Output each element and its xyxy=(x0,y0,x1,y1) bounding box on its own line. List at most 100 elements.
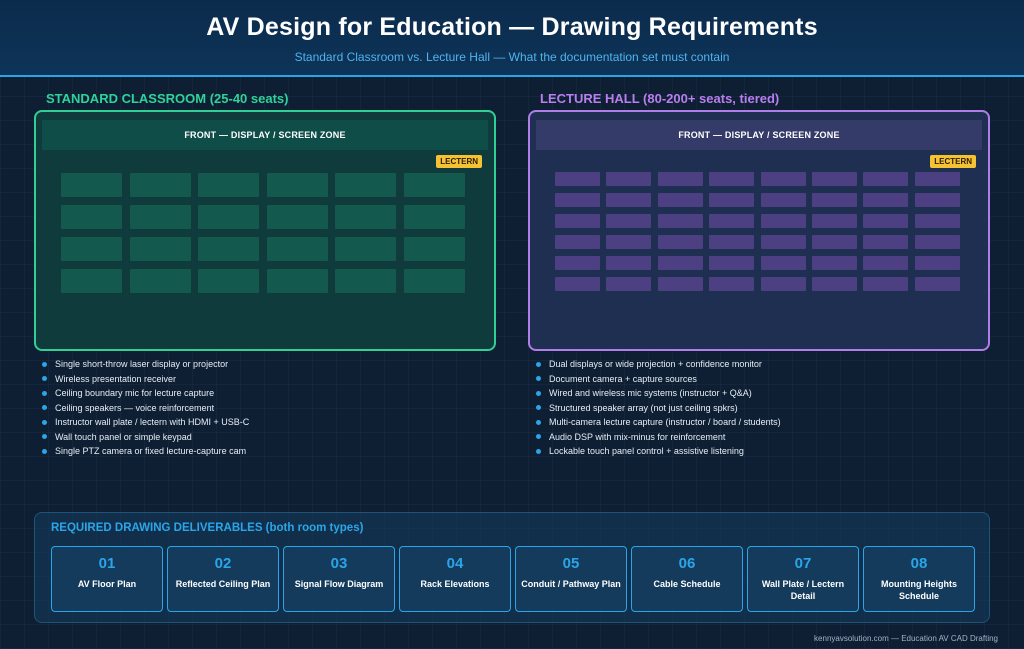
deliverable-label: Rack Elevations xyxy=(420,579,490,589)
classroom-seat xyxy=(335,173,397,197)
lecture-hall-feature-list: Dual displays or wide projection + confi… xyxy=(536,357,781,459)
classroom-seat xyxy=(403,269,465,293)
classroom-seat xyxy=(129,173,191,197)
lecture-hall-seat xyxy=(914,277,960,291)
lecture-hall-feature: Document camera + capture sources xyxy=(536,372,781,387)
lecture-hall-floor-plan: FRONT — DISPLAY / SCREEN ZONE LECTERN xyxy=(528,110,990,351)
deliverable-card: 04 Rack Elevations xyxy=(399,546,511,612)
lecture-hall-seat xyxy=(914,172,960,186)
classroom-lectern: LECTERN xyxy=(436,155,482,168)
deliverable-card: 01 AV Floor Plan xyxy=(51,546,163,612)
page-title: AV Design for Education — Drawing Requir… xyxy=(206,13,818,41)
deliverable-number: 03 xyxy=(330,555,348,572)
deliverable-card: 07 Wall Plate / Lectern Detail xyxy=(747,546,859,612)
classroom-seat xyxy=(403,237,465,261)
lecture-hall-seat xyxy=(606,172,652,186)
classroom-seat xyxy=(129,205,191,229)
classroom-seat xyxy=(61,205,122,229)
deliverable-number: 08 xyxy=(910,555,928,572)
lecture-hall-seat xyxy=(555,214,600,228)
lecture-hall-seat xyxy=(811,277,857,291)
lecture-hall-seat xyxy=(709,235,755,249)
classroom-floor-plan: FRONT — DISPLAY / SCREEN ZONE LECTERN xyxy=(34,110,496,351)
lecture-hall-seat xyxy=(760,256,806,270)
lecture-hall-seat xyxy=(657,256,703,270)
lecture-hall-seat xyxy=(811,256,857,270)
lecture-hall-feature: Audio DSP with mix-minus for reinforceme… xyxy=(536,430,781,445)
lecture-hall-seat xyxy=(555,235,600,249)
page-subtitle: Standard Classroom vs. Lecture Hall — Wh… xyxy=(294,50,730,64)
lecture-hall-seat xyxy=(555,193,600,207)
lecture-hall-seat xyxy=(914,256,960,270)
lecture-hall-seat xyxy=(606,277,652,291)
deliverable-number: 02 xyxy=(214,555,232,572)
deliverable-card: 03 Signal Flow Diagram xyxy=(283,546,395,612)
lecture-hall-seat xyxy=(863,256,909,270)
lecture-hall-seat xyxy=(760,193,806,207)
lecture-hall-seat xyxy=(606,256,652,270)
lecture-hall-seat xyxy=(709,256,755,270)
lecture-hall-seat xyxy=(914,214,960,228)
deliverables-panel: REQUIRED DRAWING DELIVERABLES (both room… xyxy=(34,512,990,623)
classroom-seat xyxy=(198,205,260,229)
classroom-seat xyxy=(61,237,122,261)
deliverable-label: Signal Flow Diagram xyxy=(294,579,384,589)
classroom-feature: Wireless presentation receiver xyxy=(42,372,249,387)
deliverable-number: 06 xyxy=(678,555,696,572)
lecture-hall-feature: Structured speaker array (not just ceili… xyxy=(536,401,781,416)
deliverable-label: Mounting Heights Schedule xyxy=(881,579,957,601)
classroom-feature: Ceiling boundary mic for lecture capture xyxy=(42,386,249,401)
lecture-hall-seat xyxy=(657,235,703,249)
lecture-hall-seat xyxy=(657,277,703,291)
lecture-hall-seat xyxy=(760,172,806,186)
lecture-hall-seat xyxy=(555,277,600,291)
deliverable-label: Conduit / Pathway Plan xyxy=(521,579,621,589)
deliverable-label: Reflected Ceiling Plan xyxy=(175,579,271,589)
classroom-seat xyxy=(335,205,397,229)
lecture-hall-seat xyxy=(657,172,703,186)
classroom-seat xyxy=(403,173,465,197)
classroom-seat xyxy=(198,237,260,261)
deliverable-card: 08 Mounting Heights Schedule xyxy=(863,546,975,612)
classroom-seat xyxy=(61,269,122,293)
lecture-hall-feature: Dual displays or wide projection + confi… xyxy=(536,357,781,372)
lecture-hall-seat xyxy=(709,193,755,207)
classroom-seat xyxy=(266,269,328,293)
lecture-hall-seat xyxy=(863,214,909,228)
deliverable-number: 07 xyxy=(794,555,812,572)
classroom-feature: Instructor wall plate / lectern with HDM… xyxy=(42,415,249,430)
classroom-feature-list: Single short-throw laser display or proj… xyxy=(42,357,249,459)
classroom-seating xyxy=(61,173,465,293)
classroom-seat xyxy=(129,269,191,293)
lecture-hall-seat xyxy=(555,172,600,186)
deliverable-label: AV Floor Plan xyxy=(77,579,137,589)
lecture-hall-feature: Lockable touch panel control + assistive… xyxy=(536,444,781,459)
lecture-hall-seat xyxy=(811,193,857,207)
lecture-hall-seat xyxy=(555,256,600,270)
classroom-seat xyxy=(335,237,397,261)
lecture-hall-seat xyxy=(914,235,960,249)
deliverables-title: REQUIRED DRAWING DELIVERABLES (both room… xyxy=(51,522,364,534)
lecture-hall-seat xyxy=(811,214,857,228)
deliverable-card: 06 Cable Schedule xyxy=(631,546,743,612)
classroom-feature: Single PTZ camera or fixed lecture-captu… xyxy=(42,444,249,459)
lecture-hall-seat xyxy=(606,214,652,228)
lecture-hall-seat xyxy=(606,235,652,249)
classroom-title: STANDARD CLASSROOM (25-40 seats) xyxy=(46,91,289,106)
lecture-hall-seat xyxy=(811,172,857,186)
deliverable-label: Wall Plate / Lectern Detail xyxy=(761,579,845,601)
lecture-hall-seating xyxy=(555,172,960,291)
classroom-front-zone: FRONT — DISPLAY / SCREEN ZONE xyxy=(42,120,488,150)
lecture-hall-seat xyxy=(657,214,703,228)
lecture-hall-seat xyxy=(606,193,652,207)
lecture-hall-feature: Wired and wireless mic systems (instruct… xyxy=(536,386,781,401)
lecture-hall-feature: Multi-camera lecture capture (instructor… xyxy=(536,415,781,430)
lecture-hall-lectern: LECTERN xyxy=(930,155,976,168)
classroom-seat xyxy=(266,205,328,229)
lecture-hall-seat xyxy=(760,214,806,228)
classroom-feature: Ceiling speakers — voice reinforcement xyxy=(42,401,249,416)
lecture-hall-front-zone: FRONT — DISPLAY / SCREEN ZONE xyxy=(536,120,982,150)
classroom-seat xyxy=(266,237,328,261)
lecture-hall-seat xyxy=(709,214,755,228)
lecture-hall-seat xyxy=(811,235,857,249)
